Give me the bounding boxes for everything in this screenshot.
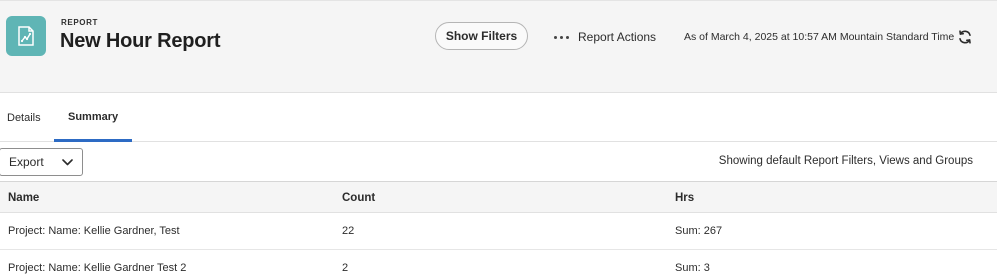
report-actions-button[interactable]: Report Actions <box>554 28 656 46</box>
default-filters-note: Showing default Report Filters, Views an… <box>718 155 973 167</box>
cell-name: Project: Name: Kellie Gardner, Test <box>8 225 180 237</box>
column-header-name[interactable]: Name <box>8 182 39 213</box>
tab-details[interactable]: Details <box>7 94 41 141</box>
page-title: New Hour Report <box>60 30 221 52</box>
cell-hrs: Sum: 267 <box>675 225 723 237</box>
table-row[interactable]: Project: Name: Kellie Gardner, Test 22 S… <box>0 213 997 250</box>
cell-count: 2 <box>342 262 349 274</box>
report-eyebrow: REPORT <box>61 18 98 27</box>
tab-summary[interactable]: Summary <box>54 94 133 142</box>
column-header-hrs[interactable]: Hrs <box>675 182 694 213</box>
export-button[interactable]: Export <box>0 148 83 176</box>
report-icon <box>6 16 46 56</box>
show-filters-button[interactable]: Show Filters <box>435 22 528 50</box>
cell-name: Project: Name: Kellie Gardner Test 2 <box>8 262 187 274</box>
column-header-count[interactable]: Count <box>342 182 375 213</box>
tab-bar: Details Summary <box>0 94 997 142</box>
summary-table: Name Count Hrs Project: Name: Kellie Gar… <box>0 182 997 278</box>
report-actions-label: Report Actions <box>578 30 657 44</box>
table-row[interactable]: Project: Name: Kellie Gardner Test 2 2 S… <box>0 250 997 278</box>
table-header-row: Name Count Hrs <box>0 182 997 213</box>
cell-hrs: Sum: 3 <box>675 262 710 274</box>
table-toolbar: Export Showing default Report Filters, V… <box>0 142 997 182</box>
export-label: Export <box>9 155 44 169</box>
as-of-timestamp: As of March 4, 2025 at 10:57 AM Mountain… <box>684 31 955 43</box>
cell-count: 22 <box>342 225 355 237</box>
ellipsis-icon <box>554 35 569 39</box>
refresh-icon[interactable] <box>955 27 975 47</box>
chevron-down-icon <box>62 158 73 165</box>
report-header: REPORT New Hour Report Show Filters Repo… <box>0 0 997 93</box>
